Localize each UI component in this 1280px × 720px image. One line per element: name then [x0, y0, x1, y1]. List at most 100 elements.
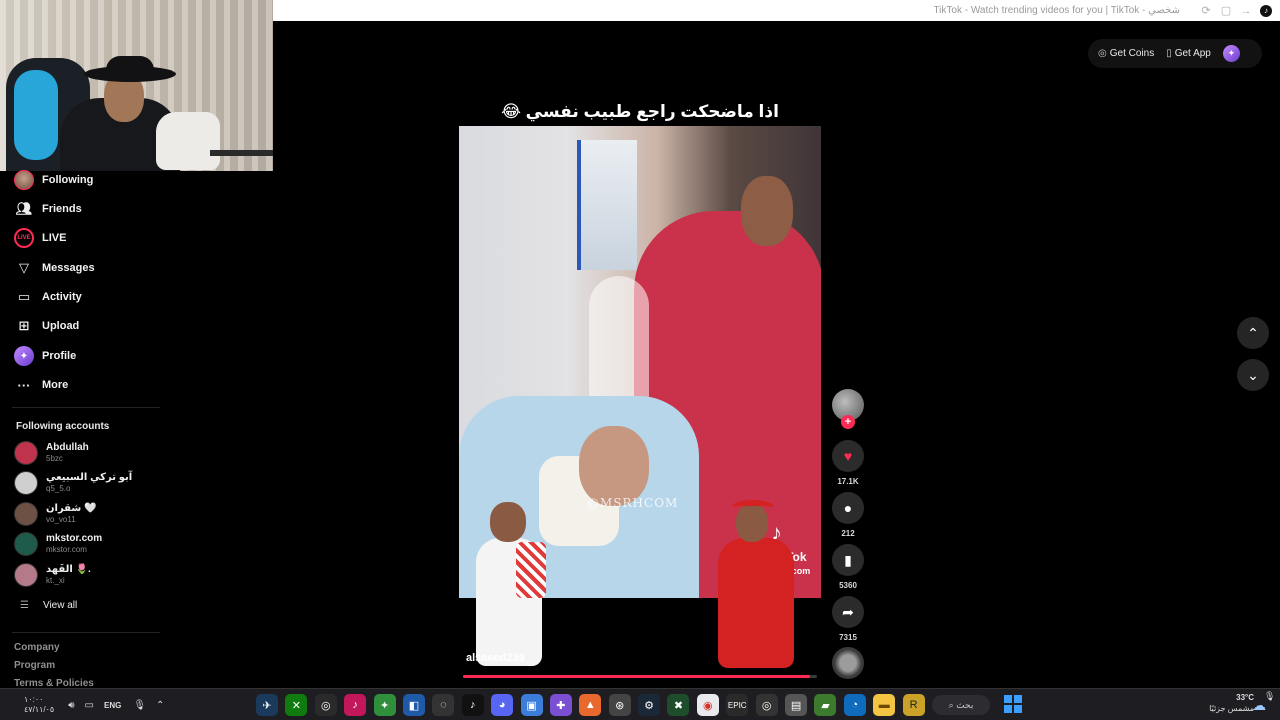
- volume-icon[interactable]: 🔊︎: [68, 700, 74, 711]
- taskbar-app-sync-icon[interactable]: ◌: [432, 694, 455, 716]
- video-author[interactable]: alsaeed239: [466, 652, 525, 664]
- start-button[interactable]: [1004, 695, 1022, 713]
- taskbar-app-edge-icon[interactable]: ◔: [843, 694, 866, 716]
- save-button[interactable]: ▮: [832, 544, 864, 576]
- avatar: [14, 441, 38, 465]
- sidebar-item-friends[interactable]: 👥︎ Friends: [14, 199, 82, 219]
- account-name: mkstor.com: [46, 533, 103, 544]
- previous-video-button[interactable]: ⌃: [1237, 317, 1269, 349]
- webcam-mic-arm: [210, 150, 273, 156]
- webcam-chair-accent: [14, 70, 58, 160]
- taskbar-app-triangle-icon[interactable]: ▲: [579, 694, 602, 716]
- taskbar-app-epic-icon[interactable]: EPIC: [726, 694, 749, 716]
- taskbar-app-excel-icon[interactable]: ✖: [667, 694, 690, 716]
- sidebar-item-more[interactable]: ··· More: [14, 375, 69, 395]
- next-video-button[interactable]: ⌄: [1237, 359, 1269, 391]
- footer-link-company[interactable]: Company: [14, 642, 60, 653]
- taskbar-app-folder-icon[interactable]: ▬: [873, 694, 896, 716]
- sticker-horns: [732, 500, 774, 514]
- activity-icon: ▭: [17, 289, 31, 304]
- following-account-mkstor[interactable]: mkstor.com mkstor.com: [14, 531, 102, 557]
- following-account-alfahad[interactable]: الفَهد 🌷. kt._xi: [14, 562, 91, 588]
- sidebar-item-following[interactable]: Following: [14, 170, 93, 190]
- following-accounts-title: Following accounts: [16, 421, 110, 432]
- video-scene-devil-head: [741, 176, 793, 246]
- clock-date: ٤٧/١١/٠٥: [24, 705, 55, 714]
- taskbar-mic-indicator-icon: 🎙︎: [1264, 691, 1276, 701]
- taskbar-apps: ✈ ✕ ◎ ♪ ✦ ◧ ◌ ♪ ◕ ▣ ✚ ▲ ⊛ ⚙ ✖ ◉ EPIC ◎ ▤…: [256, 693, 932, 717]
- taskbar-app-chrome-icon[interactable]: ◉: [696, 694, 719, 716]
- taskbar-app-search-icon[interactable]: ◎: [314, 694, 337, 716]
- video-scene-patient-head: [579, 426, 649, 506]
- magnifier-icon: ⌕: [948, 699, 954, 710]
- sidebar-item-messages[interactable]: ▽ Messages: [14, 258, 95, 278]
- sidebar-item-upload[interactable]: ⊞ Upload: [14, 316, 80, 336]
- comment-icon: ●: [843, 500, 853, 516]
- account-name: شقران 🤍: [46, 503, 97, 514]
- get-app-label: Get App: [1174, 48, 1211, 59]
- get-coins-button[interactable]: ◎ Get Coins: [1098, 48, 1154, 59]
- share-count: 7315: [839, 633, 857, 642]
- windows-taskbar: ١٠:٠٠ ٤٧/١١/٠٥ 🔊︎ ▭ ENG 🎙︎ ⌃ ✈ ✕ ◎ ♪ ✦ ◧ …: [0, 688, 1280, 720]
- share-button[interactable]: ➦: [832, 596, 864, 628]
- tabs-icon[interactable]: ▢: [1220, 4, 1232, 17]
- tray-chevron-up-icon[interactable]: ⌃: [156, 700, 164, 711]
- comment-button[interactable]: ●: [832, 492, 864, 524]
- taskbar-app-tiktok-icon[interactable]: ♪: [344, 694, 367, 716]
- taskbar-weather[interactable]: 33°C مشمس جزئيًا: [1196, 692, 1254, 714]
- music-disc-icon[interactable]: [832, 647, 864, 679]
- network-icon[interactable]: ▭: [85, 700, 94, 711]
- taskbar-app-steam-client-icon[interactable]: ⚙: [638, 694, 661, 716]
- taskbar-search-box[interactable]: بحث ⌕: [932, 695, 990, 715]
- taskbar-app-leaf-icon[interactable]: ✦: [373, 694, 396, 716]
- send-icon: ▽: [19, 260, 29, 275]
- microphone-icon[interactable]: 🎙︎: [133, 700, 146, 711]
- taskbar-app-tiktok-desktop-icon[interactable]: ♪: [461, 694, 484, 716]
- taskbar-app-discord-icon[interactable]: ◕: [491, 694, 514, 716]
- taskbar-app-store-icon[interactable]: ▤: [785, 694, 808, 716]
- sidebar-item-label: Upload: [42, 320, 80, 332]
- taskbar-app-rockstar-launcher-icon[interactable]: R: [902, 694, 925, 716]
- view-all-link[interactable]: ☰ View all: [20, 600, 77, 611]
- forward-arrow-icon[interactable]: →: [1240, 5, 1252, 17]
- sidebar-item-activity[interactable]: ▭ Activity: [14, 287, 82, 307]
- sidebar: Following 👥︎ Friends LIVE LIVE ▽ Message…: [0, 170, 200, 689]
- taskbar-app-window-icon[interactable]: ▣: [520, 694, 543, 716]
- taskbar-app-gamepad-icon[interactable]: ✚: [549, 694, 572, 716]
- friends-icon: 👥︎: [15, 201, 33, 216]
- webcam-hat-top: [106, 56, 154, 78]
- account-handle: vo_vo11: [46, 515, 76, 524]
- share-arrow-icon: ➦: [842, 603, 854, 620]
- taskbar-search-label: بحث: [956, 699, 974, 710]
- sticker-head: [490, 502, 526, 542]
- taskbar-app-steam-icon[interactable]: ✈: [256, 694, 278, 716]
- footer-link-program[interactable]: Program: [14, 660, 55, 671]
- sidebar-item-label: LIVE: [42, 232, 67, 244]
- user-avatar-icon[interactable]: ✦: [1222, 45, 1240, 62]
- taskbar-app-xbox-icon[interactable]: ✕: [285, 694, 308, 716]
- sidebar-item-profile[interactable]: ✦ Profile: [14, 346, 76, 366]
- language-indicator[interactable]: ENG: [104, 701, 121, 710]
- following-account-shaqran[interactable]: شقران 🤍 vo_vo11: [14, 501, 96, 527]
- reload-icon[interactable]: ⟳: [1200, 4, 1212, 17]
- sidebar-item-live[interactable]: LIVE LIVE: [14, 228, 66, 248]
- follow-plus-icon[interactable]: +: [841, 415, 855, 429]
- get-app-button[interactable]: ▯ Get App: [1166, 48, 1211, 59]
- taskbar-app-obs-icon[interactable]: ◎: [755, 694, 778, 716]
- start-logo-tile: [1014, 705, 1022, 713]
- sticker-scarf: [516, 542, 546, 598]
- taskbar-clock[interactable]: ١٠:٠٠ ٤٧/١١/٠٥: [24, 695, 54, 715]
- view-all-label: View all: [42, 600, 78, 611]
- taskbar-app-tool-icon[interactable]: ◧: [402, 694, 425, 716]
- like-button[interactable]: ♥: [832, 440, 864, 472]
- video-progress-bar[interactable]: [463, 675, 817, 678]
- taskbar-app-nvidia-icon[interactable]: ▰: [814, 694, 837, 716]
- following-account-abu-turki[interactable]: آبو تركي السبيعي q5_5.o: [14, 470, 132, 496]
- avatar: [14, 532, 38, 556]
- following-avatar-icon: [14, 170, 34, 190]
- account-handle: kt._xi: [46, 576, 65, 585]
- sticker-devil: [712, 500, 798, 670]
- following-account-abdullah[interactable]: Abdullah 5bzc: [14, 440, 89, 466]
- taskbar-app-rockstar-icon[interactable]: ⊛: [608, 694, 631, 716]
- sidebar-item-label: Profile: [42, 350, 77, 362]
